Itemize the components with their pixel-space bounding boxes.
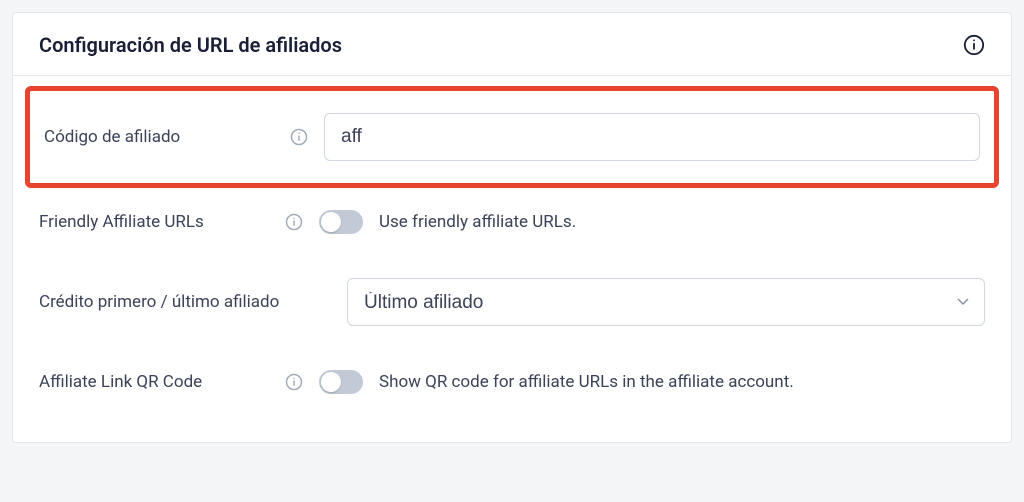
credit-select[interactable]: Último afiliado: [347, 278, 985, 326]
control-col: [324, 113, 980, 161]
control-col: Último afiliado: [347, 278, 985, 326]
control-col: Use friendly affiliate URLs.: [319, 210, 985, 234]
qr-code-toggle[interactable]: [319, 370, 363, 394]
label-col: Friendly Affiliate URLs: [39, 212, 319, 232]
friendly-urls-help: Use friendly affiliate URLs.: [379, 212, 576, 232]
label-col: Código de afiliado: [44, 127, 324, 147]
row-affiliate-code: Código de afiliado: [25, 86, 999, 188]
label-col: Crédito primero / último afiliado: [39, 292, 347, 312]
info-icon[interactable]: [963, 34, 985, 56]
affiliate-code-input[interactable]: [324, 113, 980, 161]
row-friendly-urls: Friendly Affiliate URLs Use friendly aff…: [39, 188, 985, 256]
toggle-knob: [321, 372, 341, 392]
row-credit: Crédito primero / último afiliado Último…: [39, 256, 985, 348]
row-qr-code: Affiliate Link QR Code Show QR code for …: [39, 348, 985, 416]
card-title: Configuración de URL de afiliados: [39, 33, 342, 57]
affiliate-code-label: Código de afiliado: [44, 127, 180, 147]
qr-code-help: Show QR code for affiliate URLs in the a…: [379, 372, 794, 392]
label-col: Affiliate Link QR Code: [39, 372, 319, 392]
card-body: Código de afiliado Friendly Affiliate UR…: [13, 76, 1011, 442]
settings-card: Configuración de URL de afiliados Código…: [12, 12, 1012, 443]
info-icon[interactable]: [285, 213, 303, 231]
qr-code-label: Affiliate Link QR Code: [39, 372, 202, 392]
info-icon[interactable]: [290, 128, 308, 146]
friendly-urls-label: Friendly Affiliate URLs: [39, 212, 204, 232]
toggle-knob: [321, 212, 341, 232]
card-header: Configuración de URL de afiliados: [13, 13, 1011, 76]
control-col: Show QR code for affiliate URLs in the a…: [319, 370, 985, 394]
select-wrap: Último afiliado: [347, 278, 985, 326]
credit-label: Crédito primero / último afiliado: [39, 292, 279, 312]
friendly-urls-toggle[interactable]: [319, 210, 363, 234]
info-icon[interactable]: [285, 373, 303, 391]
